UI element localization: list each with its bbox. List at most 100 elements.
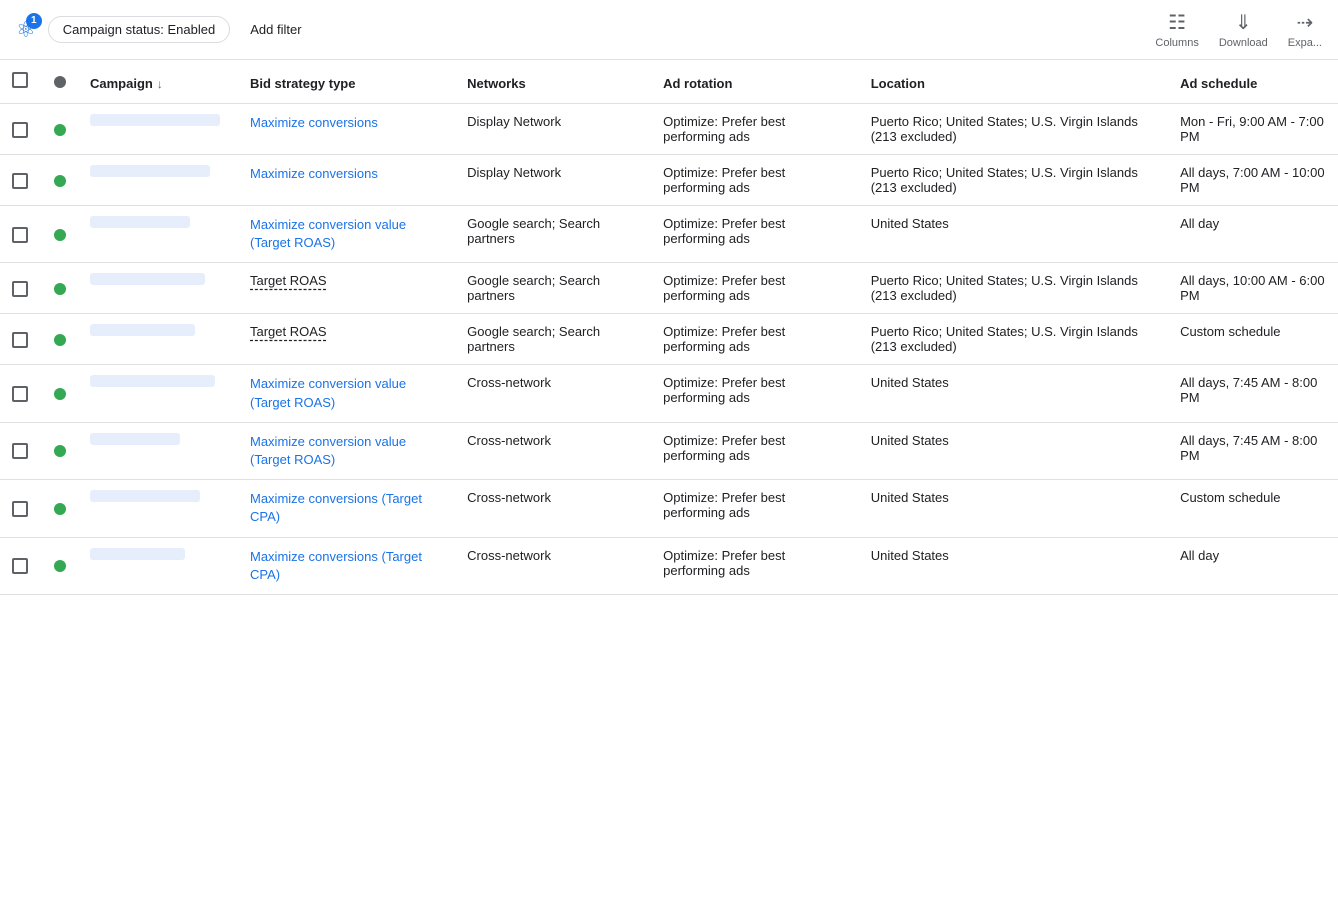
campaign-name-bar[interactable] (90, 273, 205, 285)
row-status-cell (40, 480, 80, 537)
location-cell: Puerto Rico; United States; U.S. Virgin … (861, 263, 1170, 314)
status-dot (54, 560, 66, 572)
bid-strategy-link[interactable]: Maximize conversion value (Target ROAS) (250, 217, 406, 250)
campaign-name-cell (80, 155, 240, 206)
row-checkbox-cell (0, 480, 40, 537)
bid-strategy-link[interactable]: Maximize conversions (Target CPA) (250, 549, 422, 582)
bid-strategy-link[interactable]: Maximize conversions (250, 115, 378, 130)
status-dot (54, 283, 66, 295)
networks-cell: Google search; Search partners (457, 263, 653, 314)
row-checkbox[interactable] (12, 281, 28, 297)
ad-rotation-cell: Optimize: Prefer best performing ads (653, 422, 861, 479)
filter-badge-count: 1 (26, 13, 42, 29)
ad-rotation-cell: Optimize: Prefer best performing ads (653, 104, 861, 155)
row-status-cell (40, 365, 80, 422)
ad-schedule-cell: All day (1170, 206, 1338, 263)
table-row: Target ROAS Google search; Search partner… (0, 263, 1338, 314)
table-row: Maximize conversions (Target CPA) Cross-n… (0, 480, 1338, 537)
ad-rotation-header-label: Ad rotation (663, 76, 732, 91)
networks-cell: Cross-network (457, 480, 653, 537)
ad-rotation-cell: Optimize: Prefer best performing ads (653, 365, 861, 422)
bid-strategy-cell: Maximize conversions (240, 104, 457, 155)
row-status-cell (40, 206, 80, 263)
status-dot (54, 229, 66, 241)
location-cell: United States (861, 206, 1170, 263)
row-checkbox-cell (0, 263, 40, 314)
campaign-name-bar[interactable] (90, 375, 215, 387)
ad-rotation-cell: Optimize: Prefer best performing ads (653, 314, 861, 365)
status-dot (54, 334, 66, 346)
row-checkbox-cell (0, 537, 40, 594)
table-row: Target ROASGoogle search; Search partner… (0, 314, 1338, 365)
status-dot (54, 503, 66, 515)
row-status-cell (40, 537, 80, 594)
table-row: Maximize conversions (Target CPA)Cross-n… (0, 537, 1338, 594)
ad-schedule-cell: All days, 7:00 AM - 10:00 PM (1170, 155, 1338, 206)
bid-strategy-cell: Maximize conversion value (Target ROAS) (240, 365, 457, 422)
ad-schedule-cell: All days, 7:45 AM - 8:00 PM (1170, 365, 1338, 422)
ad-schedule-cell: Custom schedule (1170, 314, 1338, 365)
row-checkbox-cell (0, 206, 40, 263)
ad-schedule-cell: All days, 10:00 AM - 6:00 PM (1170, 263, 1338, 314)
bid-strategy-cell: Maximize conversions (Target CPA) (240, 537, 457, 594)
campaign-name-cell (80, 365, 240, 422)
select-all-checkbox[interactable] (12, 72, 28, 88)
location-cell: United States (861, 480, 1170, 537)
row-checkbox[interactable] (12, 227, 28, 243)
networks-cell: Cross-network (457, 422, 653, 479)
header-ad-schedule: Ad schedule (1170, 60, 1338, 104)
row-status-cell (40, 104, 80, 155)
add-filter-button[interactable]: Add filter (242, 17, 309, 42)
expand-action[interactable]: ⇢ Expa... (1288, 10, 1322, 49)
bid-strategy-cell: Maximize conversions (Target CPA) (240, 480, 457, 537)
row-checkbox[interactable] (12, 332, 28, 348)
ad-schedule-cell: Mon - Fri, 9:00 AM - 7:00 PM (1170, 104, 1338, 155)
campaign-header-label: Campaign (90, 76, 153, 91)
bid-strategy-link[interactable]: Maximize conversion value (Target ROAS) (250, 376, 406, 409)
bid-strategy-dashed[interactable]: Target ROAS (250, 324, 327, 339)
campaign-name-bar[interactable] (90, 165, 210, 177)
row-checkbox[interactable] (12, 173, 28, 189)
campaign-name-bar[interactable] (90, 548, 185, 560)
row-checkbox[interactable] (12, 122, 28, 138)
campaign-sort-arrow: ↓ (157, 77, 163, 91)
bid-strategy-dashed[interactable]: Target ROAS (250, 273, 327, 288)
networks-header-label: Networks (467, 76, 526, 91)
bid-strategy-link[interactable]: Maximize conversions (250, 166, 378, 181)
ad-schedule-cell: All days, 7:45 AM - 8:00 PM (1170, 422, 1338, 479)
campaign-sort-button[interactable]: Campaign ↓ (90, 76, 163, 91)
row-status-cell (40, 422, 80, 479)
expand-icon: ⇢ (1296, 10, 1313, 35)
bid-strategy-link[interactable]: Maximize conversions (Target CPA) (250, 491, 422, 524)
campaign-name-bar[interactable] (90, 324, 195, 336)
campaign-name-bar[interactable] (90, 114, 220, 126)
campaign-name-bar[interactable] (90, 490, 200, 502)
row-checkbox-cell (0, 155, 40, 206)
bid-strategy-link[interactable]: Maximize conversion value (Target ROAS) (250, 434, 406, 467)
row-checkbox-cell (0, 314, 40, 365)
campaign-name-bar[interactable] (90, 216, 190, 228)
status-dot (54, 388, 66, 400)
row-checkbox[interactable] (12, 558, 28, 574)
ad-schedule-cell: Custom schedule (1170, 480, 1338, 537)
download-label: Download (1219, 37, 1268, 49)
header-checkbox (0, 60, 40, 104)
row-checkbox-cell (0, 422, 40, 479)
campaign-name-bar[interactable] (90, 433, 180, 445)
campaigns-table: Campaign ↓ Bid strategy type Networks Ad… (0, 60, 1338, 595)
row-checkbox[interactable] (12, 443, 28, 459)
location-cell: United States (861, 365, 1170, 422)
campaign-status-filter-chip[interactable]: Campaign status: Enabled (48, 16, 230, 43)
download-action[interactable]: ⇓ Download (1219, 10, 1268, 49)
columns-action[interactable]: ☷ Columns (1155, 10, 1198, 49)
networks-cell: Google search; Search partners (457, 206, 653, 263)
status-header-dot (54, 76, 66, 88)
location-cell: United States (861, 422, 1170, 479)
ad-rotation-cell: Optimize: Prefer best performing ads (653, 480, 861, 537)
networks-cell: Cross-network (457, 365, 653, 422)
header-networks: Networks (457, 60, 653, 104)
row-checkbox[interactable] (12, 386, 28, 402)
table-body: Maximize conversionsDisplay NetworkOptim… (0, 104, 1338, 595)
row-checkbox-cell (0, 104, 40, 155)
row-checkbox[interactable] (12, 501, 28, 517)
